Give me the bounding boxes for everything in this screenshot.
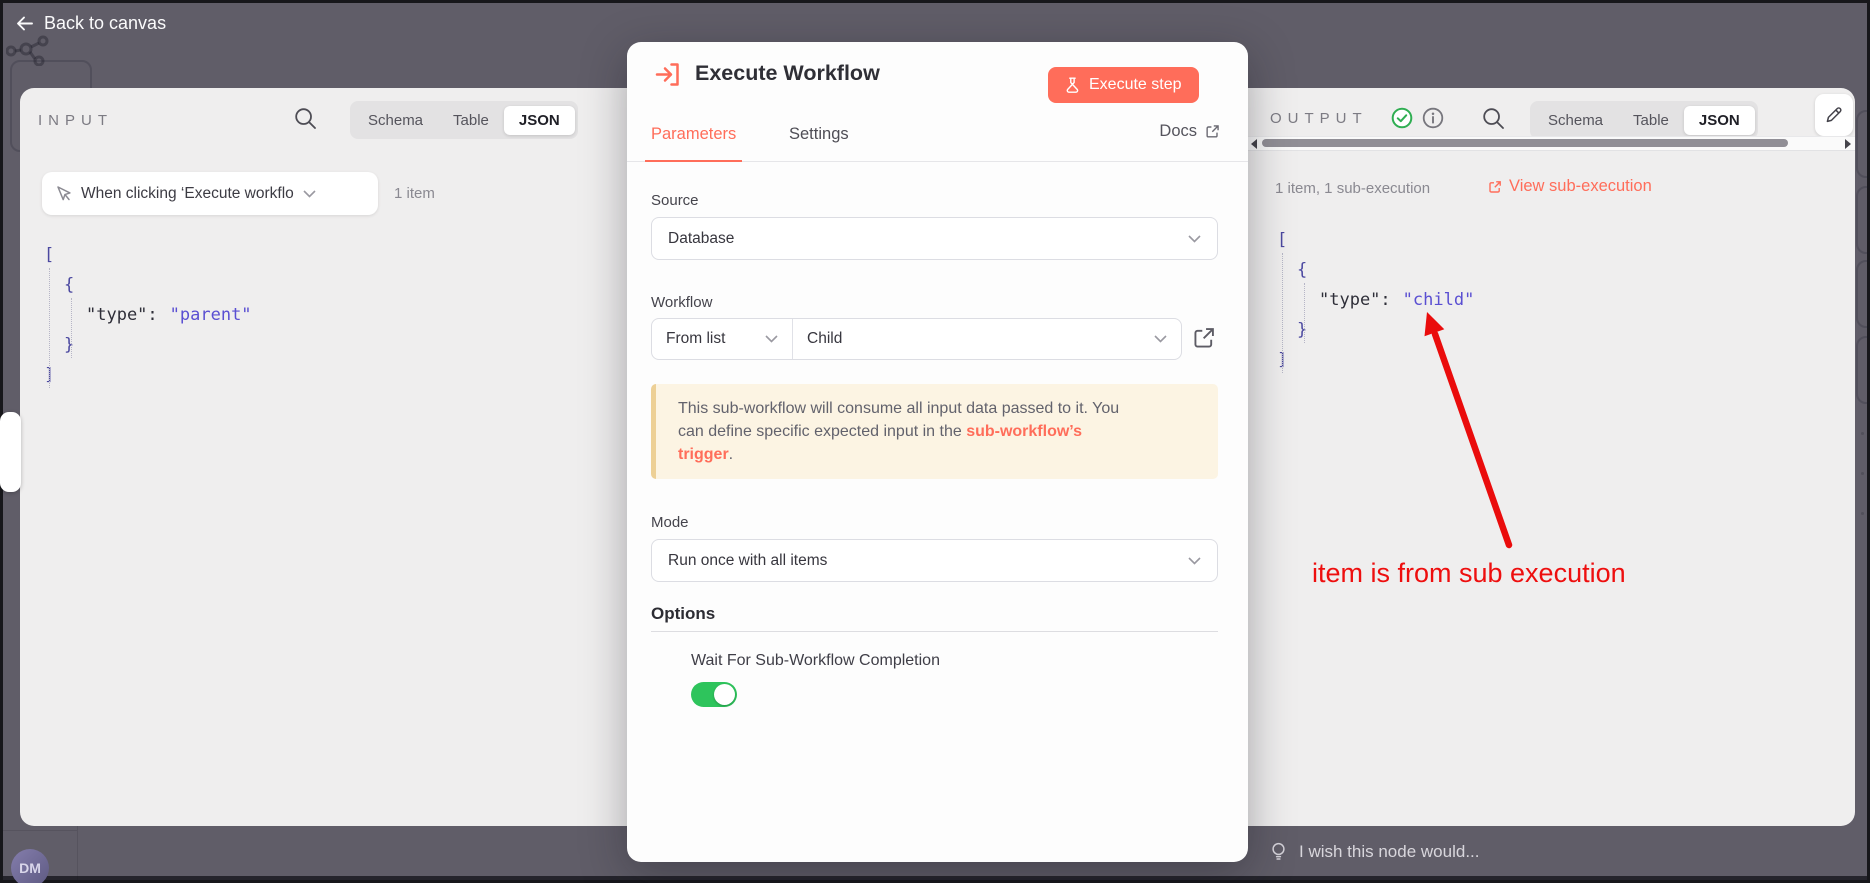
input-display-mode-tabs: Schema Table JSON [350,101,578,139]
mode-select-value: Run once with all items [668,552,1188,570]
cursor-pointer-icon [55,185,72,203]
workflow-source-value: From list [666,330,765,348]
docs-link[interactable]: Docs [1159,122,1220,141]
output-tab-json[interactable]: JSON [1684,106,1755,135]
json-brace: } [64,335,74,355]
panel-resize-handle[interactable] [0,412,21,492]
source-label: Source [651,192,699,209]
execute-step-label: Execute step [1089,76,1182,94]
n8n-node-detail-view: Back to canvas INPUT Schema Table JSON W… [0,0,1870,883]
external-link-icon [1205,124,1220,139]
search-icon[interactable] [294,107,317,130]
search-icon[interactable] [1482,107,1505,130]
mode-select[interactable]: Run once with all items [651,539,1218,582]
docs-label: Docs [1159,122,1197,141]
arrow-left-icon [16,16,33,31]
open-workflow-icon[interactable] [1192,326,1216,350]
flask-icon [1065,77,1080,94]
dimmed-canvas-node [1856,110,1870,178]
scrollbar-thumb[interactable] [1262,139,1788,147]
input-json-viewer: [ { "type":"parent" } ] [44,240,252,390]
input-items-count: 1 item [394,172,435,215]
json-key: "type": [1319,290,1391,310]
output-items-summary: 1 item, 1 sub-execution [1275,180,1430,197]
mode-label: Mode [651,514,689,531]
scroll-left-arrow-icon[interactable] [1251,139,1257,149]
wait-toggle-label: Wait For Sub-Workflow Completion [691,652,940,670]
input-panel-title: INPUT [38,112,113,129]
chevron-down-icon [303,190,316,198]
workflow-value: Child [807,330,1154,348]
notice-suffix: . [729,446,733,463]
tab-parameters[interactable]: Parameters [645,108,742,162]
workflow-value-dropdown[interactable]: Child [793,319,1181,359]
json-value: "parent" [170,305,252,325]
view-sub-execution-label: View sub-execution [1509,177,1652,196]
toggle-knob [714,684,735,705]
dimmed-canvas-node [1856,336,1870,404]
canvas-grid-dot [1861,432,1864,435]
canvas-grid-dot [1861,512,1864,515]
user-avatar[interactable]: DM [11,849,49,883]
output-display-mode-tabs: Schema Table JSON [1530,101,1758,139]
chevron-down-icon [1188,235,1201,243]
external-link-icon [1488,180,1502,194]
node-feedback-button[interactable]: I wish this node would... [1271,842,1479,862]
dimmed-canvas-node [1856,260,1870,328]
output-tab-table[interactable]: Table [1618,106,1684,135]
chevron-down-icon [1154,335,1167,343]
input-tab-json[interactable]: JSON [504,106,575,135]
chevron-down-icon [1188,557,1201,565]
output-panel-title: OUTPUT [1270,110,1368,127]
tab-settings[interactable]: Settings [783,108,855,160]
annotation-text: item is from sub execution [1312,558,1626,589]
workflow-label: Workflow [651,294,712,311]
json-brace: { [1297,260,1307,280]
success-check-icon[interactable] [1391,107,1413,129]
json-key: "type": [86,305,158,325]
scroll-right-arrow-icon[interactable] [1845,139,1851,149]
options-divider [651,631,1218,632]
input-tab-table[interactable]: Table [438,106,504,135]
pencil-icon [1825,106,1844,125]
node-feedback-label: I wish this node would... [1299,842,1479,862]
input-node-selector-value: When clicking ‘Execute workflo [81,185,294,203]
options-section-title: Options [651,604,715,624]
workflow-source-dropdown[interactable]: From list [652,319,792,359]
input-node-selector[interactable]: When clicking ‘Execute workflo [42,172,378,215]
canvas-grid-dot [1861,472,1864,475]
node-title: Execute Workflow [695,61,880,86]
lightbulb-icon [1271,842,1286,862]
wait-for-completion-toggle[interactable] [691,682,737,707]
edit-output-button[interactable] [1815,94,1853,136]
modal-tab-bar: Parameters Settings Docs [627,108,1248,162]
canvas-grid-line [77,826,78,880]
execute-workflow-node-icon [654,61,681,88]
back-to-canvas-label: Back to canvas [44,13,166,34]
json-bracket: [ [44,245,54,265]
chevron-down-icon [765,335,778,343]
execute-step-button[interactable]: Execute step [1048,67,1199,103]
dimmed-canvas-node [1856,186,1870,254]
source-select-value: Database [668,230,1188,248]
canvas-grid-line [3,830,77,831]
json-brace: { [64,275,74,295]
back-to-canvas-button[interactable]: Back to canvas [16,13,166,34]
source-select[interactable]: Database [651,217,1218,260]
output-tab-schema[interactable]: Schema [1533,106,1618,135]
json-brace: } [1297,320,1307,340]
input-tab-schema[interactable]: Schema [353,106,438,135]
annotation-arrow [1405,300,1535,560]
json-bracket: [ [1277,230,1287,250]
execute-workflow-node-modal: Execute Workflow Execute step Parameters… [627,42,1248,862]
sub-workflow-notice: This sub-workflow will consume all input… [651,384,1218,479]
info-icon[interactable] [1422,107,1444,129]
workflow-selector: From list Child [651,318,1182,360]
view-sub-execution-link[interactable]: View sub-execution [1488,177,1652,196]
